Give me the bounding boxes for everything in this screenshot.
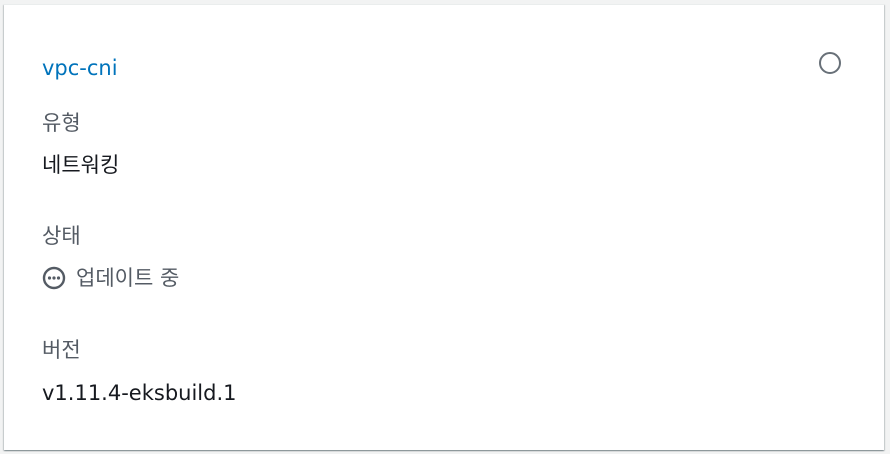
type-label: 유형 (42, 111, 81, 135)
addon-select-radio[interactable] (819, 52, 841, 74)
status-value: 업데이트 중 (76, 266, 180, 290)
type-value: 네트워킹 (42, 153, 120, 177)
version-value: v1.11.4-eksbuild.1 (42, 381, 237, 405)
addon-name-link[interactable]: vpc-cni (42, 53, 118, 83)
pending-icon (42, 266, 66, 290)
version-label: 버전 (42, 338, 81, 362)
status-label: 상태 (42, 224, 81, 248)
status-indicator: 업데이트 중 (42, 263, 179, 293)
addon-card: vpc-cni 유형 네트워킹 상태 업데이트 중 버전 v1.11.4-eks… (4, 4, 884, 450)
